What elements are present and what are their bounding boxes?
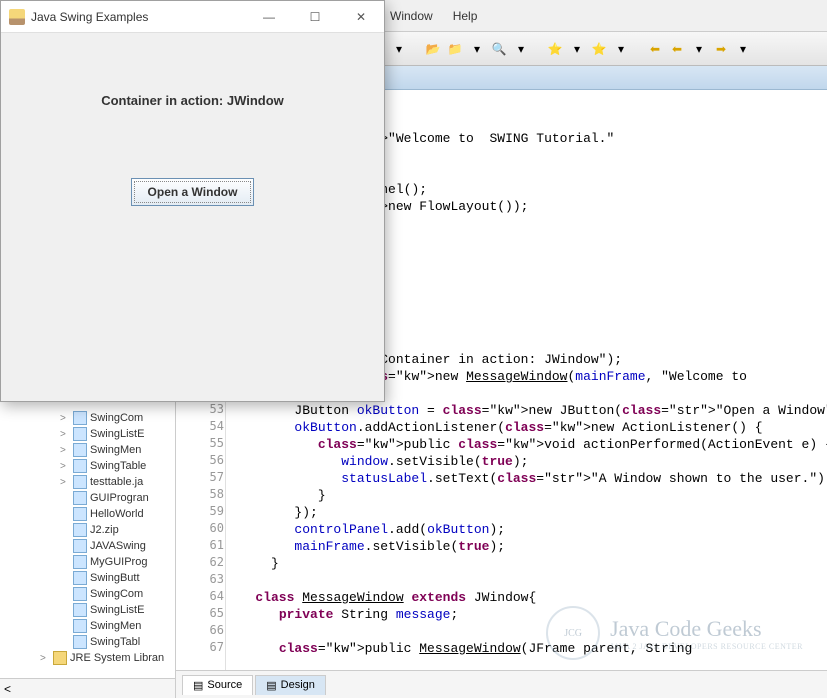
code-line[interactable]: okButton.addActionListener(class="kw">ne…	[232, 419, 763, 436]
code-line[interactable]: });	[232, 504, 318, 521]
window-title: Java Swing Examples	[31, 10, 148, 24]
line-number: 62	[188, 555, 224, 569]
swing-demo-window: Java Swing Examples — ☐ ✕ Container in a…	[0, 0, 385, 402]
code-line[interactable]: JButton okButton = class="kw">new JButto…	[232, 402, 827, 419]
dropdown-icon[interactable]: ▾	[612, 40, 630, 58]
line-number: 54	[188, 419, 224, 433]
menu-help[interactable]: Help	[453, 9, 478, 23]
line-number: 61	[188, 538, 224, 552]
forward-icon[interactable]: ➡	[712, 40, 730, 58]
line-number: 57	[188, 470, 224, 484]
list-item[interactable]: >SwingTable	[0, 458, 175, 474]
swing-body: Container in action: JWindow Open a Wind…	[1, 33, 384, 206]
forward-icon[interactable]: ⬅	[668, 40, 686, 58]
code-line[interactable]: controlPanel.add(okButton);	[232, 521, 505, 538]
line-number: 67	[188, 640, 224, 654]
header-label: Container in action: JWindow	[101, 93, 284, 108]
line-number: 58	[188, 487, 224, 501]
line-number: 66	[188, 623, 224, 637]
star-icon[interactable]: ⭐	[590, 40, 608, 58]
chevron-left-icon[interactable]: <	[4, 682, 11, 696]
menu-window[interactable]: Window	[390, 9, 433, 23]
list-item[interactable]: SwingButt	[0, 570, 175, 586]
open-folder-icon[interactable]: 📂	[424, 40, 442, 58]
line-number: 56	[188, 453, 224, 467]
line-number: 55	[188, 436, 224, 450]
search-icon[interactable]: 🔍	[490, 40, 508, 58]
star-icon[interactable]: ⭐	[546, 40, 564, 58]
folder-icon[interactable]: 📁	[446, 40, 464, 58]
maximize-icon[interactable]: ☐	[292, 1, 338, 33]
window-controls: — ☐ ✕	[246, 1, 384, 33]
list-item[interactable]: >SwingCom	[0, 410, 175, 426]
open-window-button[interactable]: Open a Window	[131, 178, 255, 206]
list-item[interactable]: HelloWorld	[0, 506, 175, 522]
tab-design[interactable]: ▤Design	[255, 675, 326, 695]
code-line[interactable]: }	[232, 487, 326, 504]
list-item[interactable]: >SwingMen	[0, 442, 175, 458]
list-item[interactable]: >testtable.ja	[0, 474, 175, 490]
list-item[interactable]: SwingMen	[0, 618, 175, 634]
code-line[interactable]: window.setVisible(true);	[232, 453, 528, 470]
editor-tabs: ▤Source ▤Design	[176, 670, 827, 698]
page-icon: ▤	[266, 679, 276, 692]
code-line[interactable]: class="kw">public MessageWindow(JFrame p…	[232, 640, 692, 657]
dropdown-icon[interactable]: ▾	[512, 40, 530, 58]
dropdown-icon[interactable]: ▾	[690, 40, 708, 58]
code-line[interactable]: }	[232, 555, 279, 572]
line-number: 59	[188, 504, 224, 518]
dropdown-icon[interactable]: ▾	[390, 40, 408, 58]
line-number: 60	[188, 521, 224, 535]
list-item[interactable]: >SwingListE	[0, 426, 175, 442]
list-item[interactable]: MyGUIProg	[0, 554, 175, 570]
dropdown-icon[interactable]: ▾	[568, 40, 586, 58]
page-icon: ▤	[193, 679, 203, 692]
dropdown-icon[interactable]: ▾	[468, 40, 486, 58]
code-line[interactable]: mainFrame.setVisible(true);	[232, 538, 505, 555]
line-number: 65	[188, 606, 224, 620]
back-icon[interactable]: ⬅	[646, 40, 664, 58]
line-number: 64	[188, 589, 224, 603]
list-item[interactable]: SwingTabl	[0, 634, 175, 650]
code-line[interactable]: class="kw">public class="kw">void action…	[232, 436, 827, 453]
list-item[interactable]: SwingListE	[0, 602, 175, 618]
list-item[interactable]: JAVASwing	[0, 538, 175, 554]
line-number: 53	[188, 402, 224, 416]
tab-source[interactable]: ▤Source	[182, 675, 253, 695]
java-icon	[9, 9, 25, 25]
close-icon[interactable]: ✕	[338, 1, 384, 33]
line-number: 63	[188, 572, 224, 586]
list-item[interactable]: >JRE System Libran	[0, 650, 175, 666]
code-line[interactable]: statusLabel.setText(class="str">"A Windo…	[232, 470, 827, 487]
minimize-icon[interactable]: —	[246, 1, 292, 33]
list-item[interactable]: SwingCom	[0, 586, 175, 602]
titlebar[interactable]: Java Swing Examples — ☐ ✕	[1, 1, 384, 33]
explorer-statusbar: <	[0, 678, 175, 698]
code-line[interactable]: class MessageWindow extends JWindow{	[232, 589, 536, 606]
list-item[interactable]: GUIProgran	[0, 490, 175, 506]
dropdown-icon[interactable]: ▾	[734, 40, 752, 58]
list-item[interactable]: J2.zip	[0, 522, 175, 538]
code-line[interactable]: private String message;	[232, 606, 458, 623]
